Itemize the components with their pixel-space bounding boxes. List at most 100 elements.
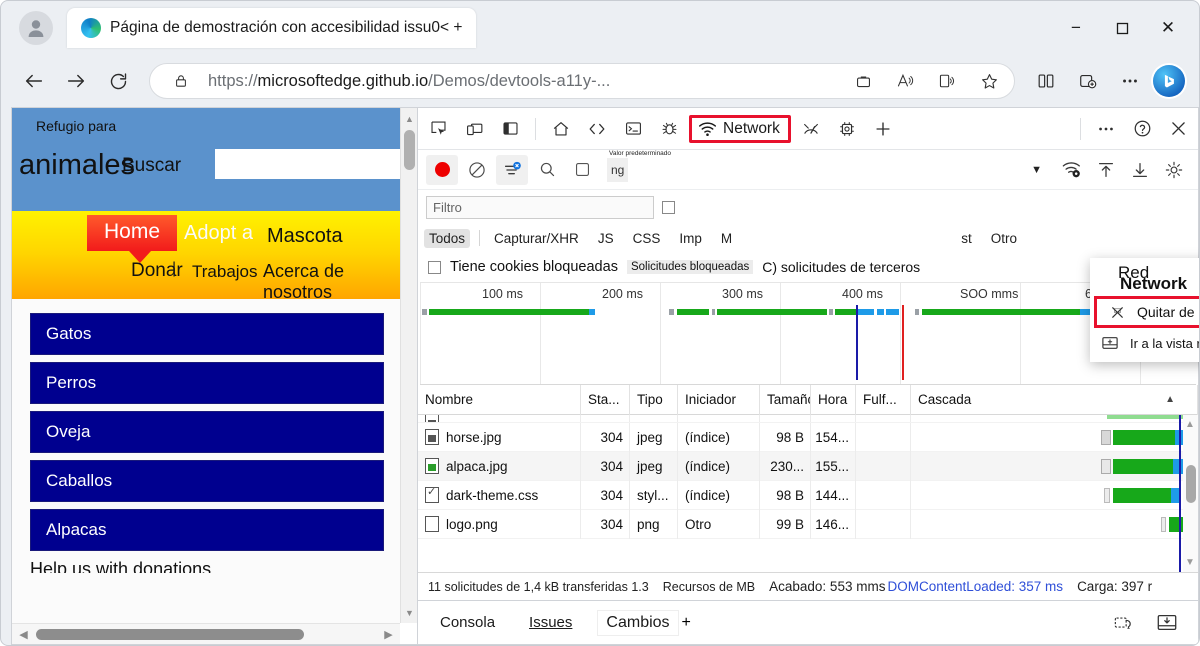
- column-cascada[interactable]: Cascada ▲: [911, 385, 1198, 415]
- reload-button[interactable]: [99, 62, 137, 100]
- filter-type-js[interactable]: JS: [593, 229, 619, 248]
- filter-type-css[interactable]: CSS: [628, 229, 666, 248]
- inspect-element-button[interactable]: [420, 113, 456, 145]
- scroll-left-icon[interactable]: ◀: [16, 627, 31, 642]
- nav-item-home[interactable]: Home: [87, 215, 177, 251]
- filter-type-manifest[interactable]: st: [956, 229, 977, 248]
- table-scroll-down-icon[interactable]: ▼: [1185, 557, 1195, 568]
- column-nombre[interactable]: Nombre: [418, 385, 581, 415]
- immersive-reader-icon[interactable]: [932, 66, 962, 96]
- third-party-label[interactable]: C) solicitudes de terceros: [762, 259, 920, 275]
- device-emulation-button[interactable]: [456, 113, 492, 145]
- nav-item-mascota[interactable]: Mascota: [267, 225, 343, 248]
- drawer-tab-cambios[interactable]: Cambios: [598, 611, 677, 635]
- record-button[interactable]: [426, 155, 458, 185]
- profile-avatar[interactable]: [19, 11, 53, 45]
- import-har-button[interactable]: [1090, 155, 1122, 185]
- column-hora[interactable]: Hora: [811, 385, 856, 415]
- page-horizontal-scrollbar[interactable]: ◀ ▶: [12, 623, 400, 644]
- drawer-add-button[interactable]: +: [682, 614, 691, 632]
- screenshot-button[interactable]: [1106, 609, 1140, 637]
- table-row[interactable]: alpaca.jpg 304 jpeg (índice) 230... 155.…: [418, 452, 1198, 481]
- invert-filter-checkbox[interactable]: [662, 201, 675, 214]
- network-conditions-button[interactable]: [1056, 155, 1088, 185]
- category-button-caballos[interactable]: Caballos: [30, 460, 384, 502]
- memory-tab-button[interactable]: [829, 113, 865, 145]
- search-input[interactable]: [215, 149, 400, 179]
- minimize-button[interactable]: −: [1053, 9, 1099, 47]
- context-menu-item-move-drawer[interactable]: Ir a la vista rápida inferior: [1090, 328, 1200, 358]
- row-time: 154...: [811, 423, 856, 452]
- scroll-right-icon[interactable]: ▶: [381, 627, 396, 642]
- nav-item-adopt[interactable]: Adopt a: [184, 222, 253, 245]
- filter-type-media[interactable]: M: [716, 229, 737, 248]
- close-window-button[interactable]: ✕: [1145, 9, 1191, 47]
- dock-drawer-button[interactable]: [1150, 609, 1184, 637]
- copilot-button[interactable]: [1153, 65, 1185, 97]
- filter-type-otro[interactable]: Otro: [986, 229, 1022, 248]
- page-vertical-scrollbar[interactable]: ▲ ▼: [400, 108, 417, 623]
- devtools-more-button[interactable]: [1088, 113, 1124, 145]
- forward-button[interactable]: [57, 62, 95, 100]
- table-row[interactable]: dark-theme.css 304 styl... (índice) 98 B…: [418, 481, 1198, 510]
- table-scroll-up-icon[interactable]: ▲: [1185, 419, 1195, 430]
- export-har-button[interactable]: [1124, 155, 1156, 185]
- filter-type-xhr[interactable]: Capturar/XHR: [489, 229, 584, 248]
- blocked-requests-label[interactable]: Solicitudes bloqueadas: [627, 260, 753, 274]
- horizontal-scroll-thumb[interactable]: [36, 629, 304, 640]
- clear-button[interactable]: [461, 155, 493, 185]
- throttle-dropdown[interactable]: Valor predeterminado ng: [607, 158, 628, 182]
- debugger-tab-button[interactable]: [651, 113, 687, 145]
- category-button-perros[interactable]: Perros: [30, 362, 384, 404]
- collections-icon[interactable]: [848, 66, 878, 96]
- add-tool-button[interactable]: [865, 113, 901, 145]
- context-menu-item-unpin[interactable]: Quitar de la barra de actividad: [1094, 296, 1200, 328]
- table-scroll-thumb[interactable]: [1186, 465, 1196, 503]
- filter-input[interactable]: Filtro: [426, 196, 654, 219]
- table-row[interactable]: horse.jpg 304 jpeg (índice) 98 B 154...: [418, 423, 1198, 452]
- column-iniciador[interactable]: Iniciador: [678, 385, 760, 415]
- table-scrollbar[interactable]: ▲ ▼: [1183, 415, 1198, 572]
- nav-item-acerca[interactable]: Acerca de nosotros: [263, 261, 400, 303]
- filter-toggle-button[interactable]: [496, 155, 528, 185]
- back-button[interactable]: [15, 62, 53, 100]
- search-button[interactable]: [531, 155, 563, 185]
- console-tab-button[interactable]: [615, 113, 651, 145]
- browser-more-button[interactable]: [1111, 62, 1149, 100]
- column-tipo[interactable]: Tipo: [630, 385, 678, 415]
- category-button-oveja[interactable]: Oveja: [30, 411, 384, 453]
- network-overview-timeline[interactable]: 100 ms 200 ms 300 ms 400 ms SOO mms 600 …: [420, 282, 1196, 385]
- blocked-cookies-checkbox[interactable]: [428, 261, 441, 274]
- performance-tab-button[interactable]: [793, 113, 829, 145]
- read-aloud-icon[interactable]: [890, 66, 920, 96]
- scroll-down-icon[interactable]: ▼: [401, 604, 418, 621]
- nav-item-trabajos[interactable]: Trabajos: [192, 262, 258, 282]
- devtools-help-button[interactable]: [1124, 113, 1160, 145]
- category-button-alpacas[interactable]: Alpacas: [30, 509, 384, 551]
- devtools-home-button[interactable]: [543, 113, 579, 145]
- drawer-tab-issues[interactable]: Issues: [521, 611, 580, 634]
- devtools-close-button[interactable]: [1160, 113, 1196, 145]
- panel-layout-button[interactable]: [492, 113, 528, 145]
- filter-type-todos[interactable]: Todos: [424, 229, 470, 248]
- throttle-caret[interactable]: ▼: [1031, 164, 1042, 176]
- tab-network[interactable]: Network: [689, 115, 791, 143]
- add-tab-group-button[interactable]: [1069, 62, 1107, 100]
- maximize-button[interactable]: [1099, 9, 1145, 47]
- column-fulfilled[interactable]: Fulf...: [856, 385, 911, 415]
- column-status[interactable]: Sta...: [581, 385, 630, 415]
- preserve-log-checkbox[interactable]: [566, 155, 598, 185]
- scroll-up-icon[interactable]: ▲: [401, 110, 418, 127]
- address-bar[interactable]: https://microsoftedge.github.io/Demos/de…: [149, 63, 1015, 99]
- favorite-star-icon[interactable]: [974, 66, 1004, 96]
- table-row[interactable]: logo.png 304 png Otro 99 B 146...: [418, 510, 1198, 539]
- elements-tab-button[interactable]: [579, 113, 615, 145]
- column-tamano[interactable]: Tamaño: [760, 385, 811, 415]
- browser-tab[interactable]: Página de demostración con accesibilidad…: [67, 8, 476, 48]
- network-settings-button[interactable]: [1158, 155, 1190, 185]
- drawer-tab-consola[interactable]: Consola: [432, 611, 503, 634]
- vertical-scroll-thumb[interactable]: [404, 130, 415, 170]
- category-button-gatos[interactable]: Gatos: [30, 313, 384, 355]
- split-screen-button[interactable]: [1027, 62, 1065, 100]
- filter-type-img[interactable]: Imp: [674, 229, 707, 248]
